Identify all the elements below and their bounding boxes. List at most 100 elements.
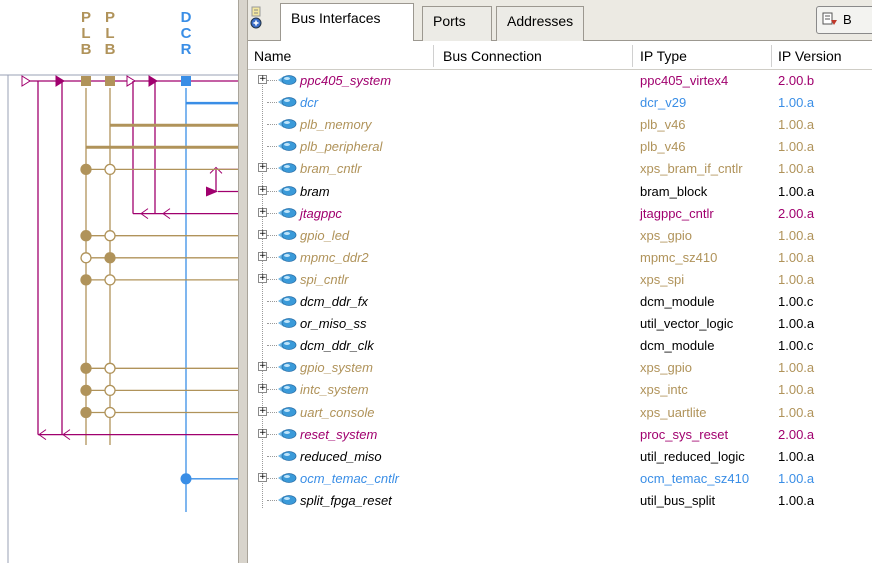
tree-connector bbox=[267, 124, 277, 126]
tab-addresses[interactable]: Addresses bbox=[496, 6, 584, 41]
tree-connector bbox=[267, 301, 277, 302]
instance-row[interactable]: + ocm_temac_cntlr ocm_temac_sz410 1.00.a bbox=[248, 468, 872, 490]
expand-toggle[interactable]: + bbox=[258, 251, 267, 261]
panel-splitter[interactable] bbox=[238, 0, 248, 563]
instance-row[interactable]: + uart_console xps_uartlite 1.00.a bbox=[248, 402, 872, 424]
instance-row[interactable]: + jtagppc jtagppc_cntlr 2.00.a bbox=[248, 203, 872, 225]
ip-instance-icon bbox=[278, 273, 297, 284]
instance-row[interactable]: + bram bram_block 1.00.a bbox=[248, 181, 872, 203]
tree-connector bbox=[267, 256, 277, 258]
instance-row[interactable]: split_fpga_reset util_bus_split 1.00.a bbox=[248, 490, 872, 512]
instance-name: reduced_miso bbox=[300, 448, 382, 464]
instance-row[interactable]: + ppc405_system ppc405_virtex4 2.00.b bbox=[248, 70, 872, 92]
tree-connector bbox=[267, 477, 277, 479]
instance-name: plb_memory bbox=[300, 117, 372, 133]
expand-toggle[interactable]: + bbox=[258, 384, 267, 394]
plb-connected-dot bbox=[80, 384, 92, 397]
expand-toggle[interactable]: + bbox=[258, 75, 267, 84]
instance-row[interactable]: dcr dcr_v29 1.00.a bbox=[248, 92, 872, 114]
ip-instance-icon bbox=[278, 97, 297, 107]
tab-bus-interfaces[interactable]: Bus Interfaces bbox=[280, 3, 414, 41]
filter-button-label: B bbox=[843, 12, 852, 27]
ip-version: 2.00.b bbox=[778, 73, 815, 88]
instance-name: mpmc_ddr2 bbox=[300, 249, 369, 265]
bus-connectivity-diagram[interactable]: PLBPLB DCR bbox=[0, 0, 238, 563]
ip-instance-icon bbox=[278, 185, 297, 196]
expand-toggle[interactable]: + bbox=[258, 472, 267, 482]
ip-instance-icon bbox=[278, 450, 297, 461]
column-header-ip-type[interactable]: IP Type bbox=[640, 48, 687, 64]
instance-name: dcr bbox=[300, 95, 319, 111]
column-divider[interactable] bbox=[771, 45, 772, 67]
ip-type: dcr_v29 bbox=[640, 95, 687, 111]
instance-row[interactable]: + gpio_led xps_gpio 1.00.a bbox=[248, 225, 872, 247]
ip-type: util_bus_split bbox=[640, 492, 716, 508]
ip-instance-icon bbox=[278, 207, 297, 218]
tree-connector bbox=[267, 168, 277, 170]
tree-connector bbox=[267, 102, 277, 104]
expand-toggle[interactable]: + bbox=[258, 185, 267, 195]
ip-instance-icon bbox=[278, 340, 297, 351]
column-header-name[interactable]: Name bbox=[254, 48, 291, 64]
instance-name: gpio_led bbox=[300, 227, 350, 243]
instance-row[interactable]: + spi_cntlr xps_spi 1.00.a bbox=[248, 269, 872, 291]
bus-diagram-canvas[interactable]: PLBPLB DCR bbox=[0, 0, 238, 563]
expand-toggle[interactable]: + bbox=[258, 362, 267, 372]
ip-version: 1.00.a bbox=[778, 227, 815, 243]
ip-version: 1.00.a bbox=[778, 271, 815, 287]
filter-icon bbox=[822, 12, 837, 25]
ip-type: plb_v46 bbox=[640, 139, 686, 155]
plb-open-dot bbox=[104, 406, 116, 419]
bus-header-letter: D bbox=[181, 9, 192, 26]
instance-row[interactable]: reduced_miso util_reduced_logic 1.00.a bbox=[248, 446, 872, 468]
ip-type: dcm_module bbox=[640, 294, 715, 309]
instance-row[interactable]: + intc_system xps_intc 1.00.a bbox=[248, 379, 872, 401]
ip-instance-icon bbox=[278, 251, 297, 262]
instance-row[interactable]: or_miso_ss util_vector_logic 1.00.a bbox=[248, 313, 872, 335]
instance-row[interactable]: dcm_ddr_fx dcm_module 1.00.c bbox=[248, 291, 872, 313]
ip-version: 1.00.a bbox=[778, 117, 815, 133]
bus-arrow-marker bbox=[21, 75, 31, 87]
plb-master-square bbox=[81, 76, 91, 86]
ip-instance-icon bbox=[278, 384, 297, 395]
instance-row[interactable]: + bram_cntlr xps_bram_if_cntlr 1.00.a bbox=[248, 158, 872, 180]
tab-ports[interactable]: Ports bbox=[422, 6, 492, 41]
expand-toggle[interactable]: + bbox=[258, 428, 267, 438]
plb-connected-dot bbox=[80, 163, 92, 176]
ip-version: 2.00.a bbox=[778, 426, 815, 442]
column-divider[interactable] bbox=[632, 45, 633, 67]
instance-name: bram_cntlr bbox=[300, 161, 362, 177]
plb-master-square bbox=[105, 76, 115, 86]
column-header-bus-connection[interactable]: Bus Connection bbox=[443, 48, 542, 64]
tree-connector bbox=[267, 234, 277, 236]
plb-open-dot bbox=[104, 384, 116, 397]
column-divider[interactable] bbox=[433, 45, 434, 67]
expand-toggle[interactable]: + bbox=[258, 207, 267, 217]
ip-version: 1.00.a bbox=[778, 161, 815, 177]
instance-row[interactable]: dcm_ddr_clk dcm_module 1.00.c bbox=[248, 335, 872, 357]
ip-type: xps_bram_if_cntlr bbox=[640, 161, 743, 177]
instance-row[interactable]: + gpio_system xps_gpio 1.00.a bbox=[248, 357, 872, 379]
instance-row[interactable]: plb_memory plb_v46 1.00.a bbox=[248, 114, 872, 136]
instance-row[interactable]: plb_peripheral plb_v46 1.00.a bbox=[248, 136, 872, 158]
bus-header-letter: P bbox=[81, 9, 91, 26]
ip-instance-icon bbox=[278, 163, 297, 174]
instance-row[interactable]: + mpmc_ddr2 mpmc_sz410 1.00.a bbox=[248, 247, 872, 269]
ip-type: dcm_module bbox=[640, 338, 715, 354]
filter-toolbar-button[interactable]: B bbox=[816, 6, 872, 34]
ip-version: 1.00.a bbox=[778, 183, 815, 199]
bus-header-letter: R bbox=[181, 41, 192, 58]
instance-row[interactable]: + reset_system proc_sys_reset 2.00.a bbox=[248, 424, 872, 446]
ip-version: 1.00.a bbox=[778, 404, 815, 420]
tree-connector bbox=[267, 345, 277, 347]
instance-name: dcm_ddr_fx bbox=[300, 294, 368, 309]
add-filter-icon[interactable] bbox=[250, 6, 262, 30]
ip-instance-icon bbox=[278, 428, 297, 439]
expand-toggle[interactable]: + bbox=[258, 273, 267, 283]
ip-type: ppc405_virtex4 bbox=[640, 73, 729, 88]
expand-toggle[interactable]: + bbox=[258, 229, 267, 239]
expand-toggle[interactable]: + bbox=[258, 406, 267, 416]
system-assembly-view: Bus Interfaces Ports Addresses B Name Bu… bbox=[248, 0, 872, 563]
column-header-ip-version[interactable]: IP Version bbox=[778, 48, 842, 64]
expand-toggle[interactable]: + bbox=[258, 163, 267, 173]
